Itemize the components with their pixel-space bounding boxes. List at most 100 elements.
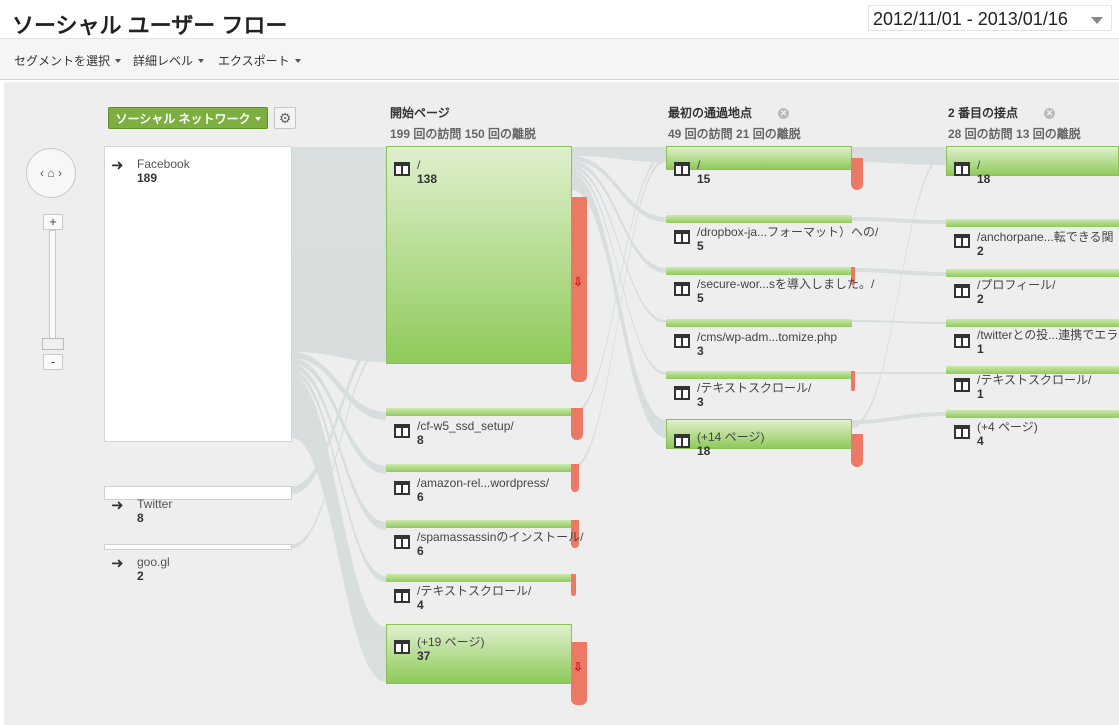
page-icon: [954, 334, 970, 348]
home-icon: ‹ ⌂ ›: [40, 166, 62, 180]
page-count: 6: [417, 544, 424, 558]
page-path: /プロフィール/: [977, 278, 1056, 292]
second-interaction-node[interactable]: [946, 269, 1119, 277]
page-count: 3: [697, 395, 704, 409]
page-icon: [674, 282, 690, 296]
dropoff-bar[interactable]: [571, 197, 587, 382]
column-header-second: 2 番目の接点 ✕ 28 回の訪問 13 回の離脱: [948, 104, 1081, 142]
page-count: 8: [417, 433, 424, 447]
column-title: 最初の通過地点: [668, 106, 753, 120]
page-icon: [954, 234, 970, 248]
start-page-label: /amazon-rel...wordpress/ 6: [417, 476, 549, 504]
page-path: /: [977, 158, 981, 172]
first-interaction-label: / 15: [697, 158, 710, 186]
second-interaction-node-home[interactable]: [946, 146, 1119, 176]
entrance-arrow-icon: ➜: [111, 555, 124, 572]
page-path: /: [417, 158, 421, 172]
page-count: 1: [977, 342, 984, 356]
source-count: 189: [137, 171, 158, 185]
page-icon: [674, 334, 690, 348]
close-icon[interactable]: ✕: [1044, 108, 1056, 119]
source-label-twitter: ➜ Twitter 8: [111, 497, 172, 525]
start-page-node[interactable]: [386, 520, 572, 528]
dropoff-bar[interactable]: [571, 464, 579, 492]
segment-dimension-button[interactable]: ソーシャル ネットワーク: [108, 107, 268, 129]
page-path: /twitterとの投...連携でエラ: [977, 328, 1119, 342]
column-stats: 49 回の訪問 21 回の離脱: [668, 127, 801, 141]
second-interaction-label: / 18: [977, 158, 990, 186]
segment-dimension-label: ソーシャル ネットワーク: [115, 112, 251, 126]
column-title: 開始ページ: [390, 106, 450, 120]
start-page-node[interactable]: [386, 574, 572, 582]
zoom-out-button[interactable]: -: [43, 354, 63, 370]
page-count: 6: [417, 490, 424, 504]
page-count: 18: [697, 444, 711, 458]
page-count: 2: [977, 292, 984, 306]
start-page-node-home[interactable]: [386, 146, 572, 364]
first-interaction-node[interactable]: [666, 215, 852, 223]
chevron-down-icon[interactable]: [1091, 17, 1103, 24]
dropoff-arrow-icon: ⇩: [573, 275, 584, 289]
flow-canvas[interactable]: 開始ページ 199 回の訪問 150 回の離脱 最初の通過地点 ✕ 49 回の訪問…: [4, 82, 1119, 725]
dropoff-bar[interactable]: [851, 434, 863, 467]
export-label: エクスポート: [218, 54, 290, 68]
page-icon: [954, 425, 970, 439]
page-count: 5: [697, 291, 704, 305]
page-path: /cf-w5_ssd_setup/: [417, 419, 514, 433]
dropdown-caret-icon: [115, 59, 122, 63]
page-count: 1: [977, 387, 984, 401]
source-node-twitter[interactable]: [104, 486, 292, 500]
header: ソーシャル ユーザー フロー 2012/11/01 - 2013/01/16: [0, 0, 1119, 38]
source-node-googl[interactable]: [104, 544, 292, 550]
page-icon: [954, 162, 970, 176]
dropdown-caret-icon: [198, 59, 205, 63]
detail-level-menu[interactable]: 詳細レベル: [133, 52, 205, 69]
dropoff-bar[interactable]: [571, 408, 583, 440]
second-interaction-node[interactable]: [946, 319, 1119, 327]
source-label-facebook: ➜ Facebook 189: [111, 157, 190, 185]
start-page-label: (+19 ページ) 37: [417, 635, 484, 663]
dropdown-caret-icon: [294, 59, 301, 63]
first-interaction-node-home[interactable]: [666, 146, 852, 170]
dropoff-bar[interactable]: [851, 158, 863, 190]
page-icon: [674, 230, 690, 244]
gear-icon[interactable]: ⚙: [274, 107, 296, 129]
second-interaction-label: (+4 ページ) 4: [977, 420, 1038, 448]
home-pan-control[interactable]: ‹ ⌂ ›: [26, 148, 76, 198]
source-node-facebook[interactable]: [104, 146, 292, 442]
page-count: 5: [697, 239, 704, 253]
first-interaction-node[interactable]: [666, 319, 852, 327]
date-range-picker[interactable]: 2012/11/01 - 2013/01/16: [868, 5, 1112, 31]
page-count: 4: [977, 434, 984, 448]
dropoff-bar[interactable]: [571, 574, 576, 596]
start-page-label: /テキストスクロール/ 4: [417, 584, 531, 612]
page-icon: [954, 284, 970, 298]
page-icon: [674, 434, 690, 448]
zoom-in-button[interactable]: +: [43, 214, 63, 230]
page-count: 4: [417, 598, 424, 612]
page-title: ソーシャル ユーザー フロー: [12, 13, 288, 38]
close-icon[interactable]: ✕: [778, 108, 790, 119]
page-count: 15: [697, 172, 711, 186]
toolbar: セグメントを選択 詳細レベル エクスポート: [0, 38, 1119, 80]
second-interaction-label: /プロフィール/ 2: [977, 278, 1055, 306]
start-page-node[interactable]: [386, 464, 572, 472]
first-interaction-node[interactable]: [666, 371, 852, 379]
second-interaction-label: /twitterとの投...連携でエラ 1: [977, 328, 1118, 356]
page-path: /テキストスクロール/: [417, 584, 532, 598]
start-page-node[interactable]: [386, 408, 572, 416]
page-path: /amazon-rel...wordpress/: [417, 476, 550, 490]
segment-select-menu[interactable]: セグメントを選択: [14, 52, 122, 69]
export-menu[interactable]: エクスポート: [218, 52, 301, 69]
first-interaction-node[interactable]: [666, 267, 852, 275]
second-interaction-node[interactable]: [946, 410, 1119, 418]
page-count: 138: [417, 172, 438, 186]
column-stats: 28 回の訪問 13 回の離脱: [948, 127, 1081, 141]
zoom-slider-handle[interactable]: [42, 338, 64, 350]
second-interaction-node[interactable]: [946, 219, 1119, 227]
dropoff-bar[interactable]: [851, 371, 855, 391]
start-page-label: /spamassassinのインストール/ 6: [417, 530, 583, 558]
column-stats: 199 回の訪問 150 回の離脱: [390, 127, 537, 141]
column-header-start: 開始ページ 199 回の訪問 150 回の離脱: [390, 104, 536, 142]
zoom-slider[interactable]: [49, 230, 56, 350]
